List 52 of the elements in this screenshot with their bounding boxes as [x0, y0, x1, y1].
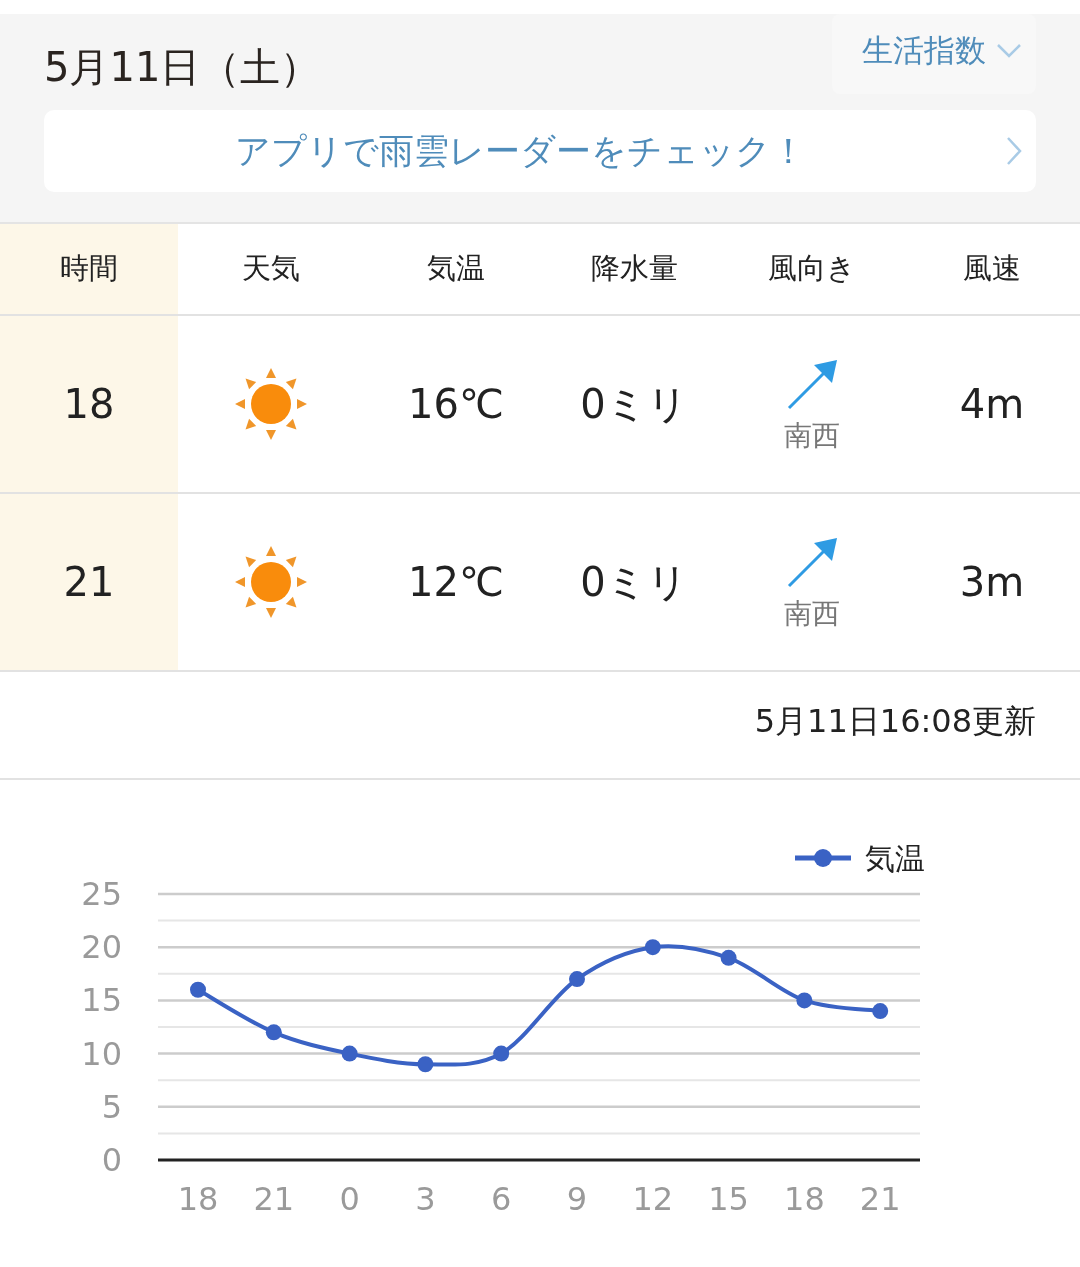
x-tick-label: 21	[253, 1180, 295, 1218]
temperature-cell-text: 16℃	[407, 380, 505, 429]
data-point	[720, 949, 737, 966]
column-header: 降水量	[589, 250, 679, 287]
column-header: 天気	[241, 250, 301, 287]
sun-icon	[233, 544, 309, 620]
chevron-down-icon	[996, 43, 1022, 59]
column-header: 時間	[0, 224, 178, 314]
x-tick-label: 18	[784, 1180, 825, 1218]
sun-icon	[233, 366, 309, 442]
data-point	[644, 939, 661, 956]
data-point	[417, 1056, 434, 1073]
column-header: 風速	[962, 250, 1022, 287]
data-point	[872, 1003, 889, 1020]
column-header: 気温	[426, 250, 486, 287]
data-point	[265, 1024, 282, 1041]
x-tick-label: 3	[415, 1180, 436, 1218]
column-header: 風向き	[767, 250, 857, 287]
chevron-right-icon	[1006, 136, 1022, 166]
y-tick-label: 25	[81, 875, 122, 913]
x-tick-label: 18	[177, 1180, 219, 1218]
data-point	[493, 1045, 510, 1062]
data-point	[796, 992, 813, 1009]
time-cell: 21	[0, 494, 178, 670]
arrow-icon	[786, 359, 838, 411]
y-tick-label: 15	[81, 981, 122, 1020]
radar-app-banner[interactable]: アプリで雨雲レーダーをチェック！	[44, 110, 1036, 192]
y-tick-label: 20	[81, 928, 122, 967]
x-tick-label: 21	[859, 1180, 901, 1218]
wind-speed-cell-text: 4m	[958, 380, 1026, 429]
x-tick-label: 12	[632, 1180, 674, 1218]
y-tick-label: 5	[101, 1087, 122, 1126]
data-point	[569, 971, 585, 988]
temperature-cell-text: 12℃	[407, 558, 505, 607]
y-tick-label: 10	[81, 1034, 122, 1073]
data-point	[190, 981, 206, 998]
wind-speed-cell-text: 3m	[958, 558, 1026, 607]
precipitation-cell-text: 0ミリ	[579, 557, 689, 607]
data-point	[341, 1045, 358, 1062]
wind-direction-text: 南西	[784, 596, 840, 632]
x-tick-label: 15	[708, 1180, 749, 1218]
precipitation-cell-text: 0ミリ	[579, 379, 689, 429]
date-title: 5月11日（土）	[44, 43, 321, 92]
time-cell: 18	[0, 316, 178, 492]
update-time-text: 5月11日16:08更新	[754, 701, 1036, 742]
y-tick-label: 0	[101, 1141, 122, 1179]
wind-direction-text: 南西	[784, 418, 840, 454]
arrow-icon	[786, 537, 838, 589]
x-tick-label: 6	[491, 1180, 512, 1218]
x-tick-label: 9	[566, 1180, 588, 1218]
x-tick-label: 0	[339, 1180, 360, 1218]
legend-label: 気温	[865, 841, 925, 876]
